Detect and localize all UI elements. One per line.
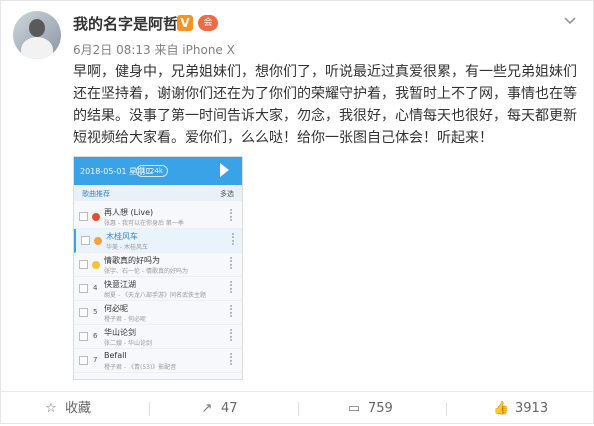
like-button[interactable]: 👍 3913 [493,392,548,426]
username[interactable]: 我的名字是阿哲 [73,13,178,34]
rank-number: 4 [93,284,98,292]
song-title: 何必呢 [104,304,128,313]
rank-number: 6 [93,332,98,340]
song-subtitle: 张惠 - 我可以在你身后 第一季 [104,220,184,227]
song-checkbox[interactable] [79,260,88,269]
subbar-left: 歌曲推荐 [82,190,110,198]
rank-dot [94,237,102,245]
song-row[interactable]: 再人想 (Live) 张惠 - 我可以在你身后 第一季 [74,205,242,229]
song-subtitle: 橙子君 - 何必呢 [104,316,146,323]
favorite-button[interactable]: ☆ 收藏 [43,392,91,426]
rank-dot [92,213,100,221]
song-checkbox[interactable] [79,212,88,221]
song-row[interactable]: 6 华山论剑张二嫂 - 华山论剑 [74,325,242,349]
embedded-screenshot[interactable]: 2018-05-01 星期二 1024k 歌曲推荐 多选 再人想 (Live) 张… [73,156,243,380]
comment-icon: ▭ [347,401,361,416]
star-icon: ☆ [45,401,57,416]
favorite-label: 收藏 [65,401,92,416]
play-icon [220,163,229,177]
song-subtitle: 华美 - 木桂风车 [106,244,148,251]
weibo-post: 我的名字是阿哲 V 会 6月2日 08:13 来自 iPhone X 早啊，健身… [0,0,594,424]
subbar-right: 多选 [220,190,234,198]
thumbs-up-icon: 👍 [493,401,510,416]
member-badge-icon: 会 [198,15,218,31]
song-row[interactable]: 4 快意江湖胡夏 - 《天龙八部手游》同名武侠主题 [74,277,242,301]
action-bar: ☆ 收藏 ↗ 47 ▭ 759 👍 3913 [1,391,594,426]
player-header: 2018-05-01 星期二 1024k [74,157,242,185]
like-count: 3913 [515,401,549,416]
song-row[interactable]: 情歌真的好吗为张宇、石一伦 - 情歌真的好吗为 [74,253,242,277]
more-icon[interactable] [232,233,236,245]
song-title: 华山论剑 [104,328,136,337]
chevron-down-icon[interactable] [561,11,579,29]
rank-dot [92,261,100,269]
divider [149,402,150,416]
post-meta[interactable]: 6月2日 08:13 来自 iPhone X [73,41,235,58]
divider [446,402,447,416]
song-checkbox[interactable] [81,236,90,245]
repost-count: 47 [221,401,238,416]
player-subbar: 歌曲推荐 多选 [74,185,242,201]
song-row[interactable]: 木桂风车华美 - 木桂风车 [74,229,242,253]
comment-button[interactable]: ▭ 759 [346,392,393,426]
more-icon[interactable] [230,257,234,269]
post-content: 早啊，健身中，兄弟姐妹们，想你们了，听说最近过真爱很累，有一些兄弟姐妹们还在坚持… [73,64,577,146]
more-icon[interactable] [230,209,234,221]
song-title: 再人想 (Live) [104,208,154,217]
song-title: 木桂风车 [106,232,138,241]
song-checkbox[interactable] [79,356,88,365]
avatar-head [29,19,45,37]
verified-badge-icon: V [177,15,193,31]
more-icon[interactable] [230,305,234,317]
song-checkbox[interactable] [79,308,88,317]
repost-button[interactable]: ↗ 47 [199,392,238,426]
song-title: Befall [104,351,127,360]
avatar-body [21,37,53,59]
more-icon[interactable] [230,281,234,293]
rank-number: 7 [93,356,98,364]
comment-count: 759 [368,401,393,416]
song-row[interactable]: 7 Befall 橙子君 - 《青(53)》影配音 [74,349,242,373]
more-icon[interactable] [230,353,234,365]
divider [298,402,299,416]
song-subtitle: 橙子君 - 《青(53)》影配音 [104,364,177,371]
song-title: 快意江湖 [104,280,136,289]
song-title: 情歌真的好吗为 [104,256,160,265]
song-subtitle: 张二嫂 - 华山论剑 [104,340,152,347]
avatar[interactable] [13,11,61,59]
repost-icon: ↗ [201,401,213,416]
bitrate-pill: 1024k [136,165,168,177]
song-checkbox[interactable] [79,332,88,341]
song-subtitle: 张宇、石一伦 - 情歌真的好吗为 [104,268,188,275]
song-subtitle: 胡夏 - 《天龙八部手游》同名武侠主题 [104,292,206,299]
song-row[interactable]: 5 何必呢橙子君 - 何必呢 [74,301,242,325]
more-icon[interactable] [230,329,234,341]
song-checkbox[interactable] [79,284,88,293]
rank-number: 5 [93,308,98,316]
